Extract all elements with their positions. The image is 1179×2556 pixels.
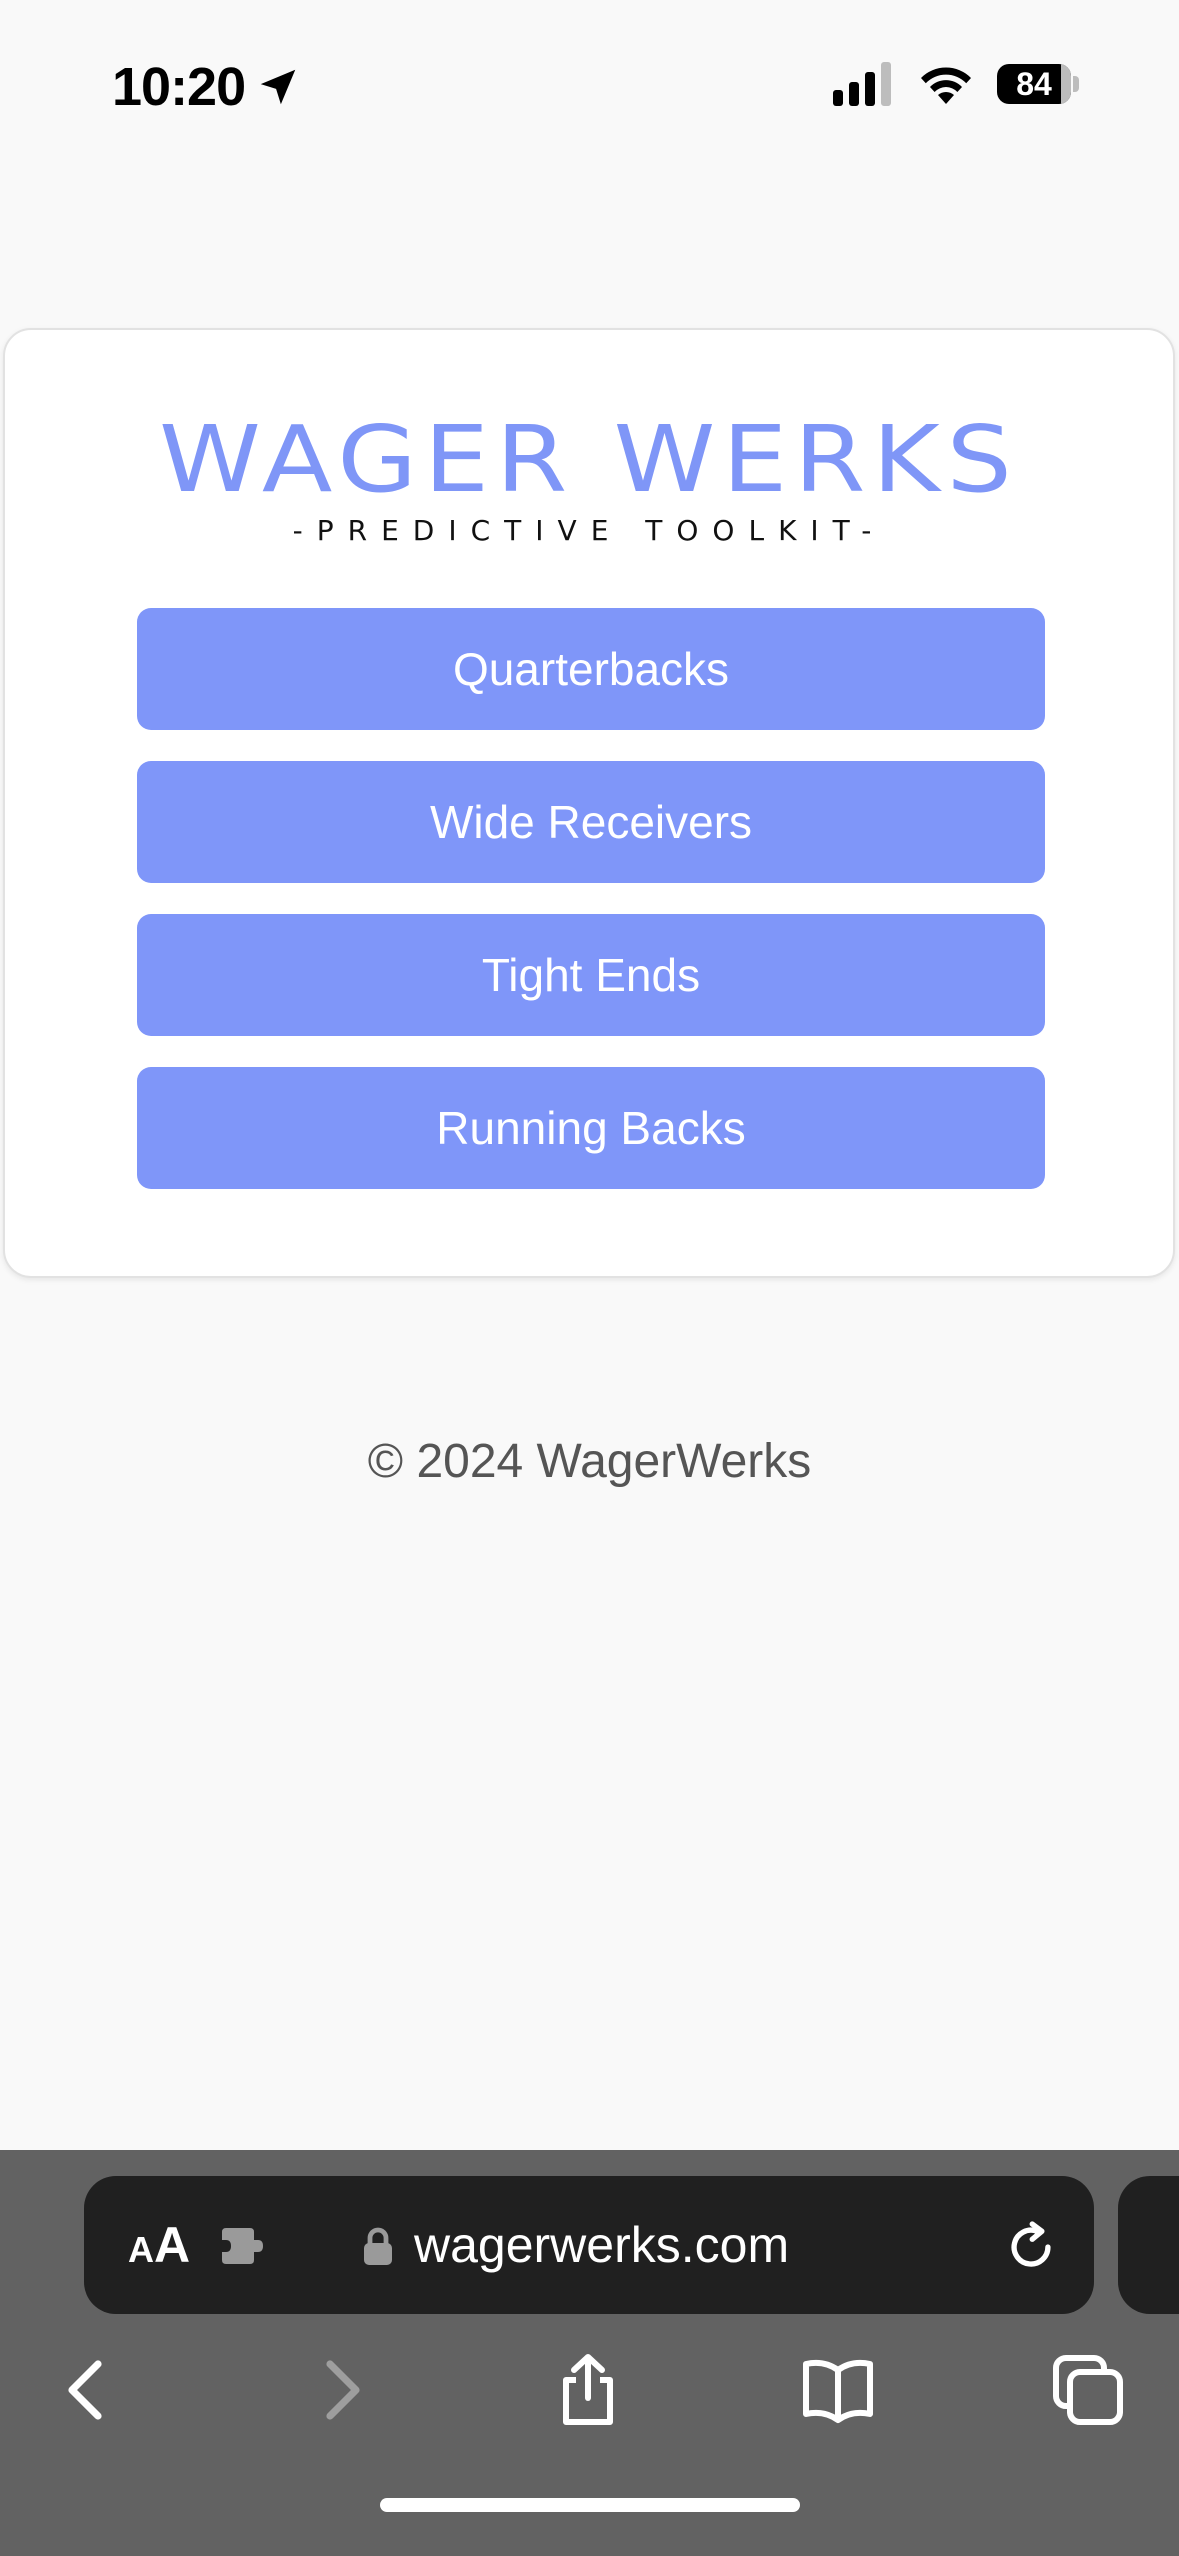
location-arrow-icon — [260, 69, 296, 105]
browser-chrome: AA wagerwerks.com — [0, 2150, 1179, 2556]
status-time: 10:20 — [112, 56, 301, 118]
cellular-signal-icon — [833, 62, 891, 106]
wifi-icon — [921, 67, 971, 104]
position-menu: Quarterbacks Wide Receivers Tight Ends R… — [137, 608, 1049, 1220]
running-backs-button[interactable]: Running Backs — [137, 1067, 1045, 1189]
battery-body: 84 — [997, 64, 1071, 104]
status-bar: 10:20 84 — [0, 0, 1179, 180]
quarterbacks-button[interactable]: Quarterbacks — [137, 608, 1045, 730]
logo-subtitle: -PREDICTIVE TOOLKIT- — [292, 514, 886, 547]
wide-receivers-button[interactable]: Wide Receivers — [137, 761, 1045, 883]
url-text[interactable]: wagerwerks.com — [414, 2216, 789, 2274]
extension-puzzle-icon[interactable] — [216, 2220, 268, 2272]
browser-toolbar — [0, 2350, 1179, 2460]
screen: 10:20 84 WAGER WERKS -PREDICTIVE TOOLKIT… — [0, 0, 1179, 2556]
status-indicators: 84 — [833, 62, 1079, 106]
back-chevron-icon[interactable] — [48, 2350, 128, 2430]
logo: WAGER WERKS -PREDICTIVE TOOLKIT- — [5, 406, 1173, 548]
home-indicator[interactable] — [380, 2498, 800, 2512]
reader-settings-button[interactable]: AA — [128, 2216, 190, 2274]
main-card: WAGER WERKS -PREDICTIVE TOOLKIT- Quarter… — [3, 328, 1175, 1278]
reload-icon[interactable] — [1002, 2218, 1060, 2276]
next-tab-preview[interactable] — [1118, 2176, 1179, 2314]
forward-chevron-icon[interactable] — [300, 2350, 380, 2430]
address-bar[interactable]: AA wagerwerks.com — [84, 2176, 1094, 2314]
footer-copyright: © 2024 WagerWerks — [367, 1435, 812, 1488]
battery-icon: 84 — [997, 62, 1079, 106]
logo-title: WAGER WERKS — [159, 406, 1019, 513]
share-icon[interactable] — [548, 2350, 628, 2430]
reader-label-small: A — [128, 2229, 154, 2270]
lock-icon — [364, 2227, 392, 2265]
battery-tip — [1073, 76, 1079, 92]
tabs-icon[interactable] — [1048, 2350, 1128, 2430]
bookmarks-book-icon[interactable] — [798, 2350, 878, 2430]
tight-ends-button[interactable]: Tight Ends — [137, 914, 1045, 1036]
reader-label-large: A — [154, 2217, 191, 2273]
status-time-text: 10:20 — [112, 57, 246, 117]
battery-level: 84 — [1016, 65, 1052, 102]
